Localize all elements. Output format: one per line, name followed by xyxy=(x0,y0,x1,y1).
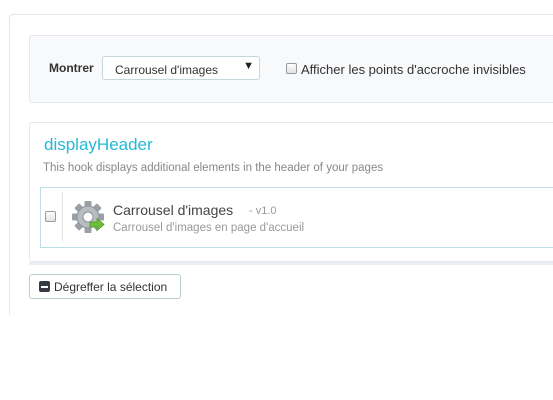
module-row-checkbox[interactable] xyxy=(45,211,56,222)
module-select[interactable]: Carrousel d'images ▼ xyxy=(102,56,260,80)
row-divider xyxy=(62,192,63,242)
panel-footer-divider xyxy=(29,262,553,265)
unhook-selection-button[interactable]: Dégreffer la sélection xyxy=(29,274,181,299)
hook-title: displayHeader xyxy=(44,135,153,154)
module-select-value: Carrousel d'images xyxy=(115,63,219,77)
gear-arrow-icon xyxy=(72,201,105,233)
show-filter-label: Montrer xyxy=(49,61,94,75)
show-invisible-hooks-checkbox[interactable] xyxy=(286,63,297,74)
hook-description: This hook displays additional elements i… xyxy=(43,162,384,174)
unhook-selection-label: Dégreffer la sélection xyxy=(54,280,168,294)
minus-square-icon xyxy=(39,281,50,292)
module-description: Carrousel d'images en page d'accueil xyxy=(113,222,305,234)
dropdown-arrow-icon: ▼ xyxy=(243,60,254,72)
module-version: - v1.0 xyxy=(249,205,277,217)
module-name: Carrousel d'images xyxy=(113,202,234,218)
show-invisible-hooks-label[interactable]: Afficher les points d'accroche invisible… xyxy=(301,62,526,77)
